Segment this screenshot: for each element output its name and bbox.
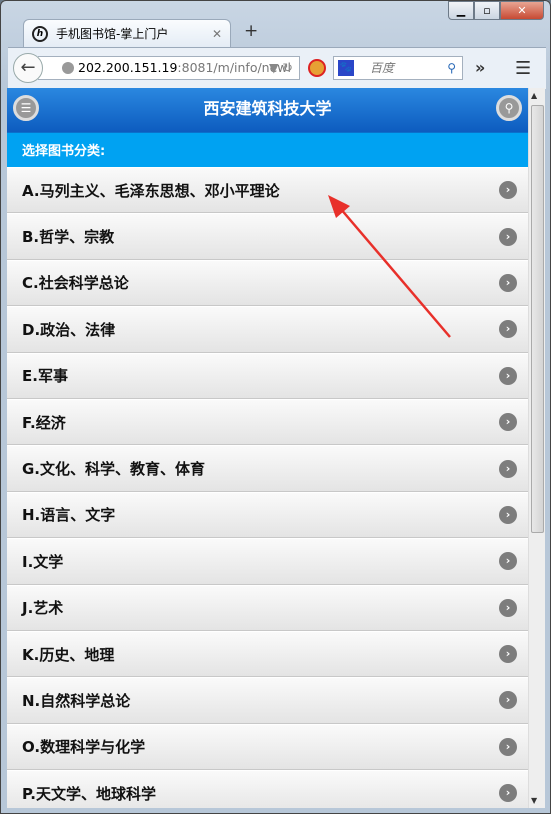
annotation-arrow (328, 195, 451, 338)
arrow-shaft (339, 207, 451, 338)
